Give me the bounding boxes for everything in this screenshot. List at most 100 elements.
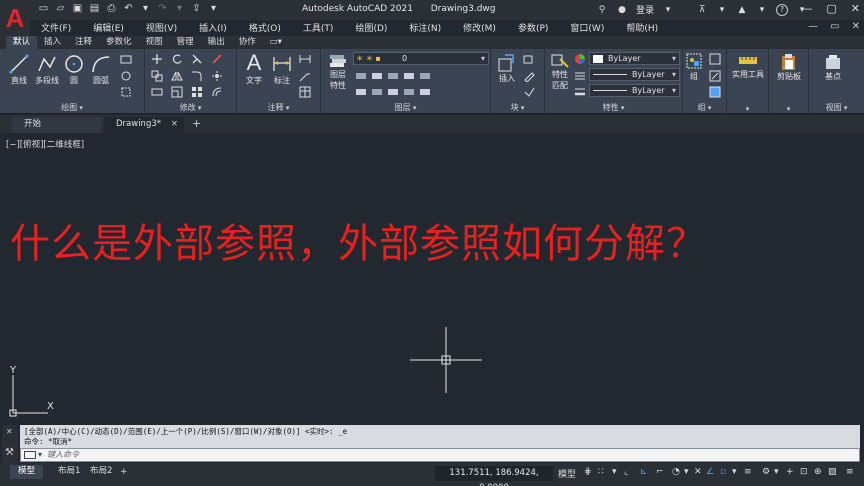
cart-dropdown-icon[interactable]: ▾ bbox=[716, 5, 728, 15]
save-icon[interactable]: ▣ bbox=[72, 3, 83, 15]
panel-utilities-title[interactable] bbox=[727, 104, 768, 113]
lineweight-dropdown[interactable]: ByLayer bbox=[589, 84, 680, 97]
panel-block-title[interactable]: 块 bbox=[491, 102, 544, 113]
command-prompt-icon[interactable] bbox=[24, 451, 36, 459]
erase-icon[interactable] bbox=[211, 53, 223, 65]
tab-annotate[interactable]: 注释 bbox=[68, 36, 99, 49]
rectangle-icon[interactable] bbox=[120, 53, 132, 65]
doc-close-icon[interactable]: ✕ bbox=[852, 21, 860, 32]
clipboard-tool[interactable]: 剪贴板 bbox=[771, 53, 807, 82]
array-icon[interactable] bbox=[191, 86, 203, 98]
hardware-accel-icon[interactable]: ⊕ bbox=[814, 467, 822, 477]
grid-icon[interactable]: ⋕ bbox=[584, 467, 592, 477]
explode-icon[interactable] bbox=[211, 70, 223, 82]
panel-groups-title[interactable]: 组 bbox=[683, 102, 726, 113]
copy-icon[interactable] bbox=[151, 70, 163, 82]
close-window-icon[interactable]: ✕ bbox=[851, 2, 860, 15]
clean-screen-icon[interactable]: ▨ bbox=[828, 467, 837, 477]
trim-icon[interactable] bbox=[191, 53, 203, 65]
color-wheel-icon[interactable] bbox=[574, 53, 586, 65]
cart-icon[interactable]: ⊼ bbox=[696, 5, 708, 15]
sign-in-link[interactable]: 登录 bbox=[636, 3, 654, 16]
linetype-dropdown[interactable]: ByLayer bbox=[589, 68, 680, 81]
panel-clipboard-title[interactable] bbox=[769, 104, 808, 113]
share-icon[interactable]: ⇪ bbox=[191, 3, 202, 15]
layer-dropdown[interactable]: ☀ ☀ ▪ 0 bbox=[353, 52, 489, 65]
customization-menu-icon[interactable]: ≡ bbox=[846, 467, 854, 477]
undo-icon[interactable]: ↶ bbox=[123, 3, 134, 15]
user-icon[interactable]: ● bbox=[616, 5, 628, 15]
isodraft-icon[interactable]: ✕ bbox=[694, 467, 702, 477]
panel-properties-title[interactable]: 特性 bbox=[545, 102, 682, 113]
tab-parametric[interactable]: 参数化 bbox=[99, 36, 139, 49]
tab-start[interactable]: 开始 bbox=[12, 117, 102, 133]
group-edit-icon[interactable] bbox=[709, 70, 721, 82]
isolate-objects-icon[interactable]: ⊡ bbox=[800, 467, 808, 477]
menu-insert[interactable]: 插入(I) bbox=[188, 20, 238, 36]
base-view-tool[interactable]: 基点 bbox=[815, 53, 851, 82]
linetype-icon[interactable] bbox=[574, 70, 586, 82]
layer-freeze-icon[interactable] bbox=[387, 70, 399, 82]
tab-view[interactable]: 视图 bbox=[139, 36, 170, 49]
object-snap-dropdown-icon[interactable]: ▾ bbox=[732, 467, 737, 477]
rotate-icon[interactable] bbox=[171, 53, 183, 65]
leader-icon[interactable] bbox=[299, 70, 311, 82]
menu-dimension[interactable]: 标注(N) bbox=[398, 20, 452, 36]
viewport-controls[interactable]: [−][俯视][二维线框] bbox=[6, 138, 84, 150]
panel-view-title[interactable]: 视图 bbox=[809, 102, 864, 113]
create-block-icon[interactable] bbox=[523, 53, 535, 65]
command-side-handle[interactable]: ✕ ⚒ bbox=[2, 425, 18, 465]
layer-unisolate-icon[interactable] bbox=[371, 86, 383, 98]
doc-restore-icon[interactable]: ▭ bbox=[830, 21, 839, 32]
save-as-icon[interactable]: ▤ bbox=[89, 3, 100, 15]
group-select-icon[interactable] bbox=[709, 86, 721, 98]
object-snap-tracking-icon[interactable]: ∠ bbox=[706, 467, 714, 477]
command-input[interactable]: ▾ 键入命令 bbox=[20, 448, 860, 462]
arc-tool[interactable]: 圆弧 bbox=[88, 53, 114, 86]
circle-tool[interactable]: 圆 bbox=[62, 53, 86, 86]
utilities-tool[interactable]: 实用工具 bbox=[729, 53, 767, 80]
move-icon[interactable] bbox=[151, 53, 163, 65]
lineweight-display-icon[interactable]: ≡ bbox=[744, 467, 752, 477]
ungroup-icon[interactable] bbox=[709, 53, 721, 65]
tab-drawing3[interactable]: Drawing3* × bbox=[104, 117, 184, 133]
tab-manage[interactable]: 管理 bbox=[170, 36, 201, 49]
help-icon[interactable]: ? bbox=[776, 3, 789, 16]
menu-draw[interactable]: 绘图(D) bbox=[344, 20, 398, 36]
table-icon[interactable] bbox=[299, 86, 311, 98]
polar-dropdown-icon[interactable]: ▾ bbox=[684, 467, 689, 477]
panel-modify-title[interactable]: 修改 bbox=[145, 102, 236, 113]
polyline-tool[interactable]: 多段线 bbox=[32, 53, 62, 86]
polar-tracking-icon[interactable]: ◔ bbox=[672, 467, 680, 477]
settings-gear-icon[interactable]: ⚙ bbox=[762, 467, 770, 477]
layer-isolate-icon[interactable] bbox=[371, 70, 383, 82]
minimize-icon[interactable]: — bbox=[801, 2, 812, 15]
coordinate-readout[interactable]: 131.7511, 186.9424, 0.0000 bbox=[435, 466, 553, 486]
menu-window[interactable]: 窗口(W) bbox=[559, 20, 615, 36]
tab-output[interactable]: 输出 bbox=[201, 36, 232, 49]
tab-ribbon-toggle[interactable]: ▭▾ bbox=[263, 36, 289, 49]
redo-icon[interactable]: ↷ bbox=[157, 3, 168, 15]
layer-unlock-icon[interactable] bbox=[403, 86, 415, 98]
wrench-icon[interactable]: ⚒ bbox=[5, 447, 14, 458]
snap-icon[interactable]: ∷ bbox=[598, 467, 604, 477]
layer-thaw-icon[interactable] bbox=[387, 86, 399, 98]
app-logo[interactable]: A bbox=[0, 0, 30, 36]
qat-customize-icon[interactable]: ▾ bbox=[208, 3, 219, 15]
panel-annotation-title[interactable]: 注释 bbox=[237, 102, 320, 113]
tab-default[interactable]: 默认 bbox=[6, 36, 38, 49]
layer-match-icon[interactable] bbox=[419, 70, 431, 82]
fillet-icon[interactable] bbox=[191, 70, 203, 82]
infer-constraints-icon[interactable]: ⌞ bbox=[624, 467, 628, 477]
layout-tab-model[interactable]: 模型 bbox=[10, 465, 44, 479]
menu-edit[interactable]: 编辑(E) bbox=[82, 20, 135, 36]
add-layout-icon[interactable]: + bbox=[120, 467, 128, 477]
menu-parametric[interactable]: 参数(P) bbox=[507, 20, 559, 36]
group-tool[interactable]: 组 bbox=[685, 53, 703, 82]
hatch-icon[interactable] bbox=[120, 70, 132, 82]
boundary-icon[interactable] bbox=[120, 86, 132, 98]
tab-close-icon[interactable]: × bbox=[171, 117, 178, 132]
open-file-icon[interactable]: ▱ bbox=[55, 3, 66, 15]
annotation-add-icon[interactable]: + bbox=[786, 467, 794, 477]
sign-in-dropdown-icon[interactable]: ▾ bbox=[662, 5, 674, 15]
